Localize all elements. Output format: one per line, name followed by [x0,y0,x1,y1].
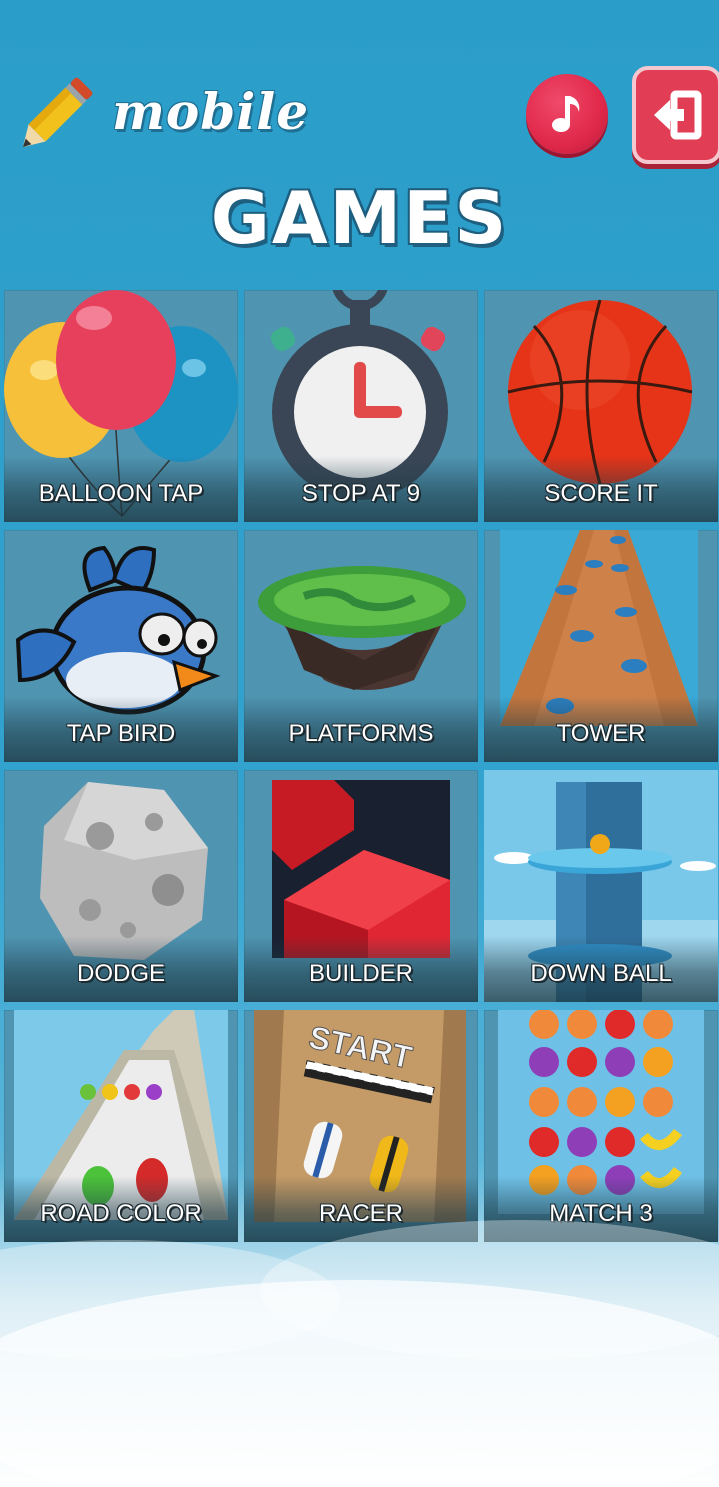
music-toggle-button[interactable] [526,74,608,154]
game-label: TOWER [556,720,646,747]
game-label: DOWN BALL [530,960,672,987]
game-label: ROAD COLOR [40,1200,202,1227]
music-note-icon [552,96,580,132]
game-label: BUILDER [308,960,414,987]
game-tile-dodge[interactable]: DODGE [4,770,238,1002]
game-tile-balloon-tap[interactable]: BALLOON TAP [4,290,238,522]
game-label: DODGE [76,960,165,987]
game-label: RACER [318,1200,403,1227]
game-label: BALLOON TAP [38,480,204,507]
exit-button[interactable] [632,66,719,164]
game-tile-tap-bird[interactable]: TAP BIRD [4,530,238,762]
game-label: PLATFORMS [288,720,434,747]
game-tile-tower[interactable]: TOWER [484,530,718,762]
logo-games-text: GAMES [210,176,509,260]
game-tile-platforms[interactable]: PLATFORMS [244,530,478,762]
game-tile-stop-at-9[interactable]: STOP AT 9 [244,290,478,522]
game-label: STOP AT 9 [301,480,421,507]
game-tile-racer[interactable]: START RACER [244,1010,478,1242]
header: mobile GAMES [0,0,719,280]
exit-door-icon [654,90,702,140]
games-grid: BALLOON TAP STOP AT 9 SCORE IT TAP BIRD … [4,290,718,1242]
game-tile-match-3[interactable]: MATCH 3 [484,1010,718,1242]
game-label: SCORE IT [544,480,658,507]
game-tile-score-it[interactable]: SCORE IT [484,290,718,522]
game-label: TAP BIRD [66,720,176,747]
logo-mobile-text: mobile [112,82,310,141]
game-label: MATCH 3 [549,1200,653,1227]
game-tile-builder[interactable]: BUILDER [244,770,478,1002]
game-tile-road-color[interactable]: ROAD COLOR [4,1010,238,1242]
pencil-icon [22,77,93,148]
game-tile-down-ball[interactable]: DOWN BALL [484,770,718,1002]
